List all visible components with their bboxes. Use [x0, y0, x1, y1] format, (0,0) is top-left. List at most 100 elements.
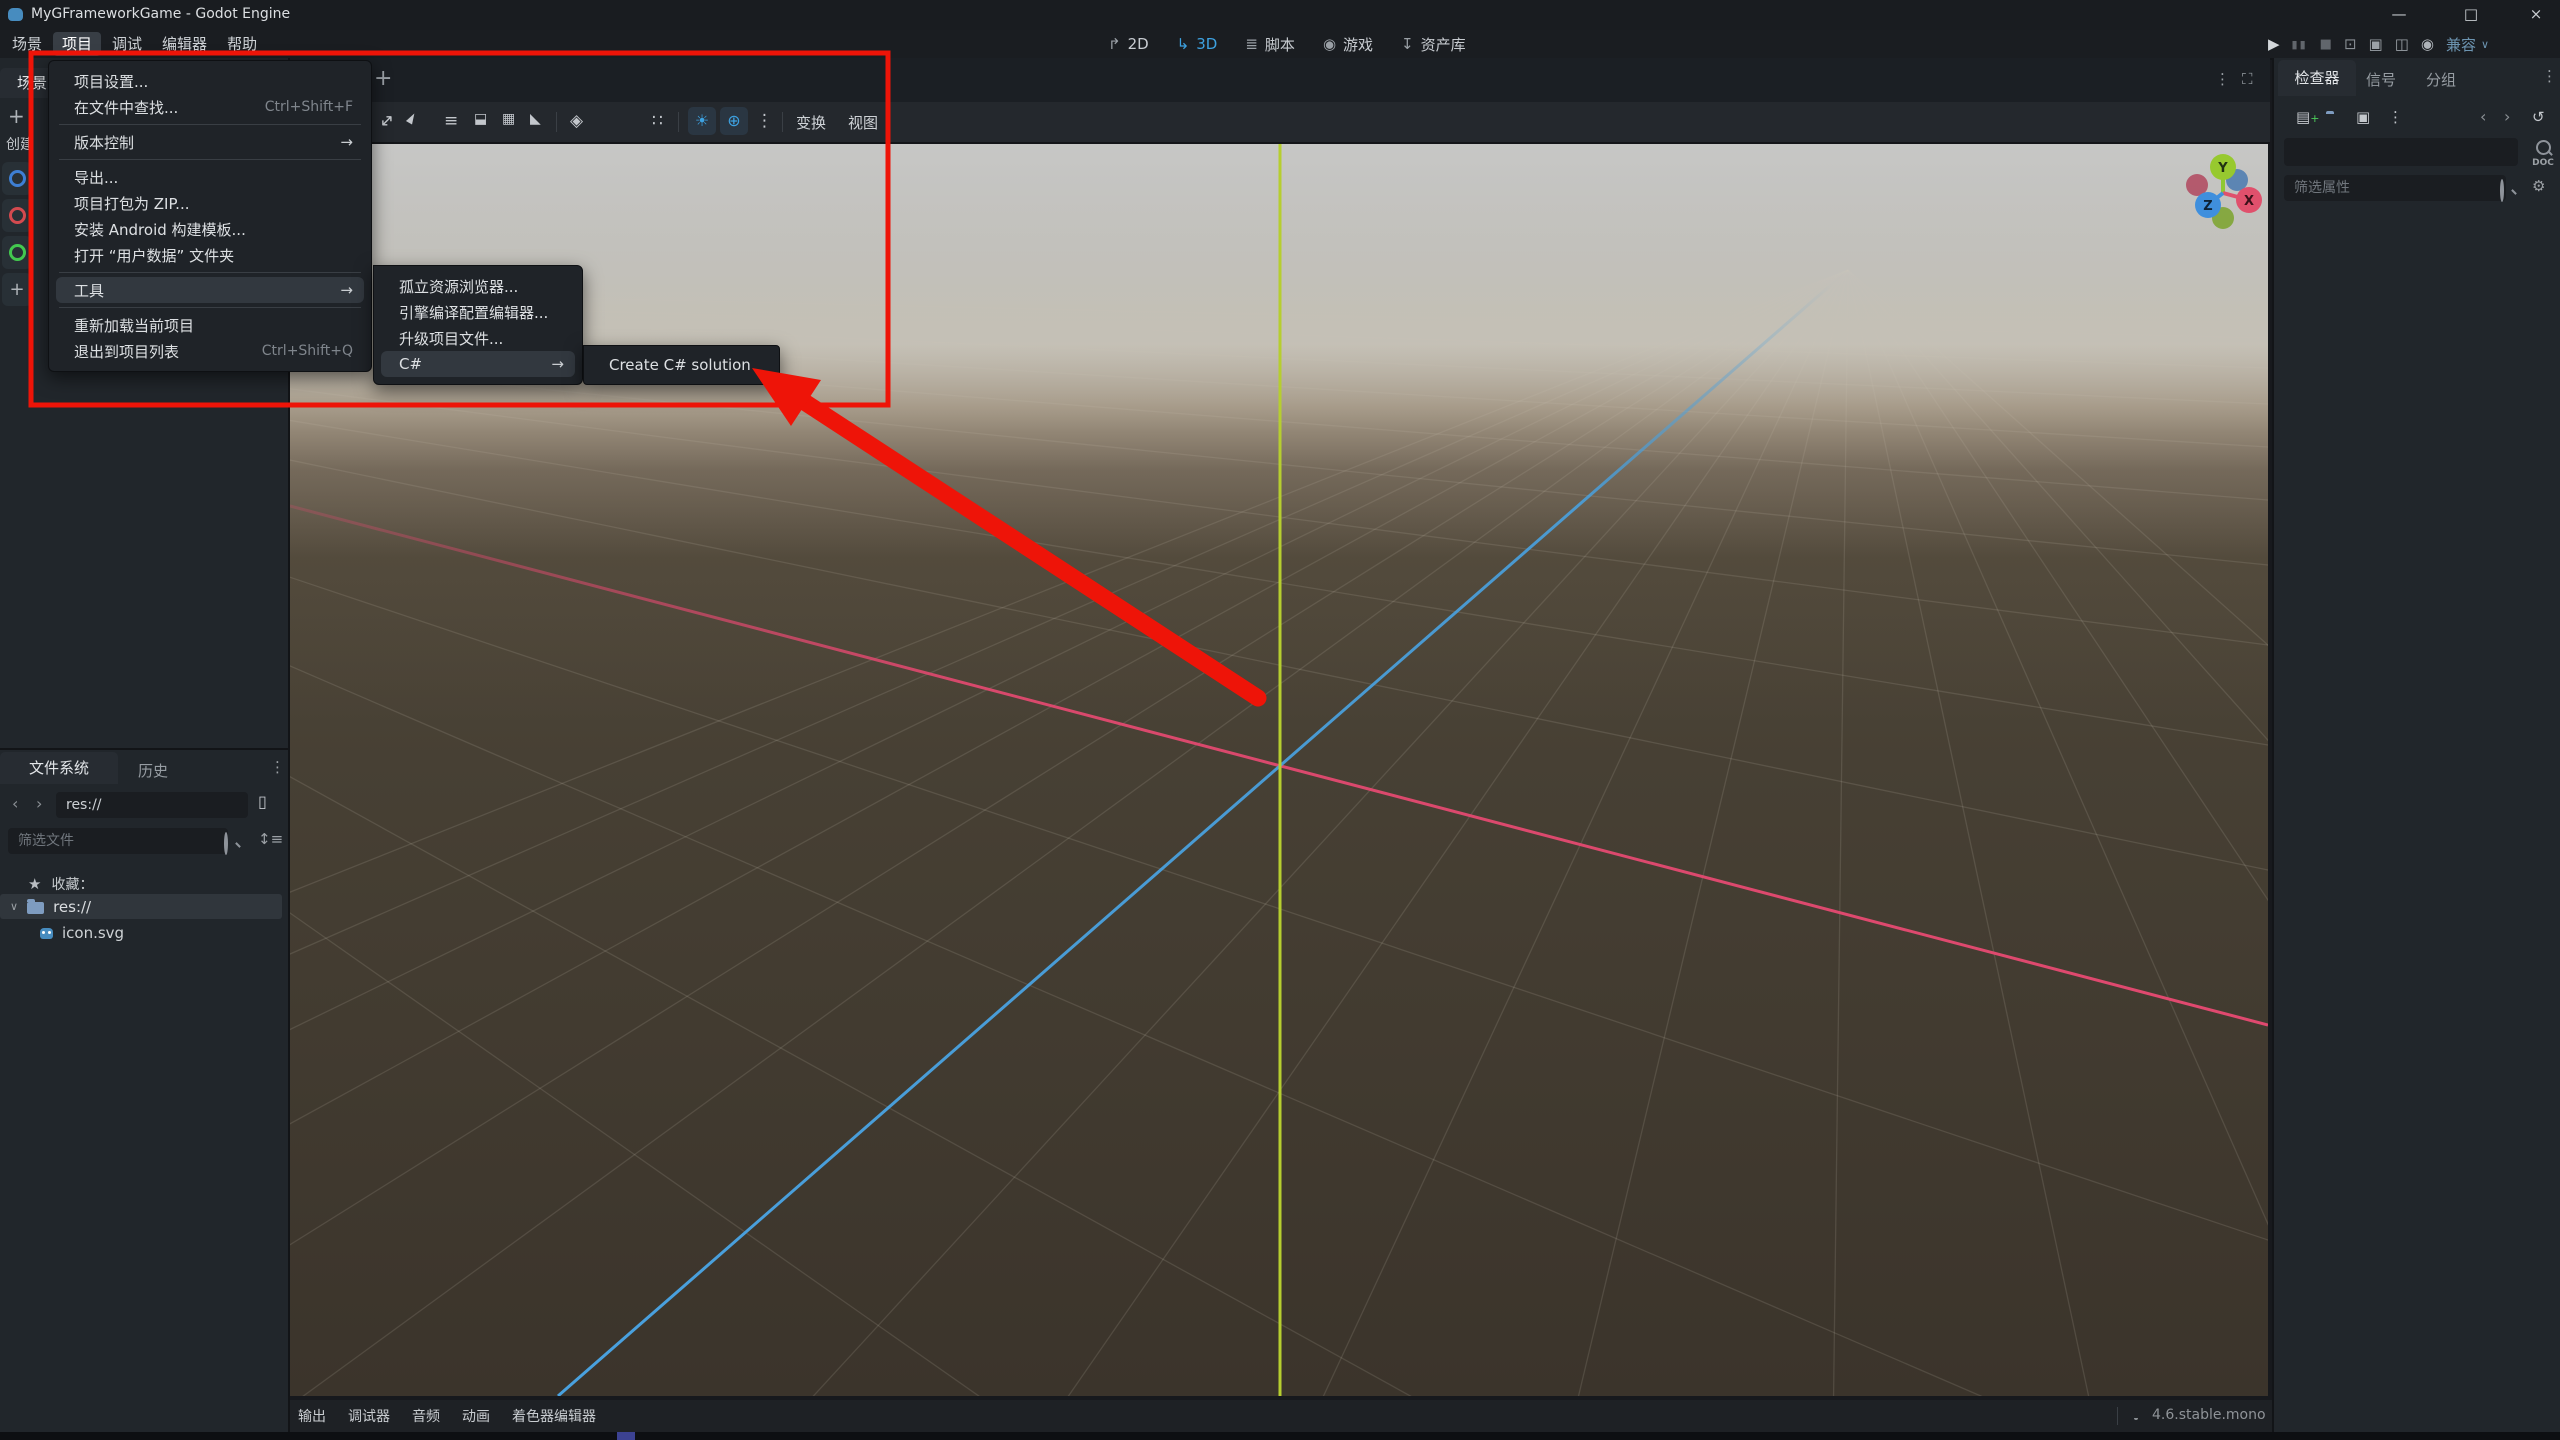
create-ui-scene-button[interactable] [2, 236, 32, 269]
gizmo-z-label: Z [2203, 199, 2212, 214]
submenu-arrow-icon: → [340, 133, 353, 151]
panel-debugger[interactable]: 调试器 [348, 1406, 390, 1426]
nav-forward-icon[interactable]: › [36, 794, 42, 813]
path-input[interactable] [56, 792, 248, 818]
extra-tools-icon[interactable]: ⚙ [2532, 177, 2545, 195]
resource-options-icon[interactable]: ⋮ [2388, 108, 2403, 126]
menu-item-tools[interactable]: 工具 → [56, 277, 364, 303]
select-mode-icon[interactable]: ► [402, 109, 421, 126]
tab-groups[interactable]: 分组 [2426, 69, 2456, 90]
open-docs-icon[interactable]: DOC [2528, 140, 2558, 168]
root-folder-label: res:// [53, 897, 92, 916]
nav-back-icon[interactable]: ‹ [12, 794, 18, 813]
renderer-select[interactable]: 兼容 ∨ [2446, 34, 2489, 55]
tree-row-file[interactable]: icon.svg [40, 921, 124, 945]
play-button[interactable]: ▶ [2268, 35, 2280, 53]
taskbar-sliver [0, 1432, 2560, 1440]
new-resource-icon[interactable]: ▤+ [2296, 108, 2319, 126]
menu-item-project-settings[interactable]: 项目设置... [49, 68, 371, 94]
create-3d-scene-button[interactable] [2, 199, 32, 232]
movie-maker-icon[interactable]: ◉ [2421, 35, 2434, 53]
view-axis-gizmo[interactable]: Y X Z [2166, 138, 2280, 252]
tab-assetlib[interactable]: ↧ 资产库 [1401, 34, 1466, 55]
menu-scene[interactable]: 场景 [3, 32, 51, 56]
gizmo-cube-icon[interactable]: ◈ [570, 111, 583, 131]
dock-menu-icon[interactable]: ⋮ [270, 758, 285, 776]
panel-audio[interactable]: 音频 [412, 1406, 440, 1426]
split-view-icon[interactable]: ▯ [258, 792, 267, 811]
play-custom-scene-icon[interactable]: ◫ [2395, 35, 2409, 53]
menu-item-install-android-template[interactable]: 安装 Android 构建模板... [49, 216, 371, 242]
menu-help[interactable]: 帮助 [218, 32, 266, 56]
sort-files-icon[interactable]: ↕≡ [258, 830, 283, 848]
tab-filesystem[interactable]: 文件系统 [0, 752, 118, 784]
tab-2d[interactable]: ↱ 2D [1108, 35, 1149, 53]
tab-script[interactable]: ≣ 脚本 [1245, 34, 1295, 55]
tab-options-icon[interactable]: ⋮ [2215, 70, 2230, 88]
menu-item-pack-zip[interactable]: 项目打包为 ZIP... [49, 190, 371, 216]
menu-item-version-control[interactable]: 版本控制 → [49, 129, 371, 155]
dock-menu-icon[interactable]: ⋮ [2542, 67, 2557, 85]
ruler-icon[interactable]: ◣ [530, 111, 541, 127]
object-history-icon[interactable]: ↺ [2532, 108, 2545, 126]
close-button[interactable]: × [2521, 5, 2551, 23]
menu-debug[interactable]: 调试 [103, 32, 151, 56]
preview-sunlight-toggle[interactable]: ☀ [688, 107, 716, 135]
panel-output[interactable]: 输出 [298, 1406, 326, 1426]
scale-mode-icon[interactable]: ↔ [375, 109, 399, 133]
panel-shader-editor[interactable]: 着色器编辑器 [512, 1406, 596, 1426]
save-resource-icon[interactable]: ▣ [2356, 108, 2370, 126]
maximize-button[interactable]: □ [2456, 5, 2486, 23]
expander-icon[interactable]: ∨ [10, 900, 18, 913]
stop-button[interactable]: ■ [2320, 37, 2332, 52]
menu-item-open-user-data-folder[interactable]: 打开 “用户数据” 文件夹 [49, 242, 371, 268]
preview-environment-toggle[interactable]: ⊕ [720, 107, 748, 135]
list-select-icon[interactable]: ≡ [444, 111, 458, 131]
pause-button[interactable]: ▮▮ [2292, 38, 2308, 51]
add-node-icon[interactable]: + [8, 104, 25, 128]
new-scene-tab-icon[interactable]: + [374, 66, 392, 91]
history-back-icon[interactable]: ‹ [2480, 107, 2486, 126]
menu-item-quit-to-project-list[interactable]: 退出到项目列表 Ctrl+Shift+Q [49, 338, 371, 364]
filter-properties-input[interactable] [2284, 175, 2506, 201]
menu-item-find-in-files[interactable]: 在文件中查找... Ctrl+Shift+F [49, 94, 371, 120]
game-icon: ◉ [1322, 35, 1337, 53]
group-icon[interactable]: ▦ [502, 111, 515, 127]
viewport-3d[interactable] [290, 144, 2268, 1396]
lock-icon[interactable]: ⬓ [474, 111, 487, 127]
panel-animation[interactable]: 动画 [462, 1406, 490, 1426]
menu-project[interactable]: 项目 [53, 32, 102, 56]
expand-viewport-icon[interactable]: ⛶ [2242, 70, 2253, 88]
script-icon: ≣ [1245, 35, 1258, 53]
tab-signals[interactable]: 信号 [2366, 69, 2396, 90]
menu-item-upgrade-project-files[interactable]: 升级项目文件... [374, 325, 582, 351]
tree-row-root[interactable]: ∨ res:// [0, 894, 282, 919]
menu-item-orphan-resource-explorer[interactable]: 孤立资源浏览器... [374, 273, 582, 299]
menu-item-export[interactable]: 导出... [49, 164, 371, 190]
history-forward-icon[interactable]: › [2504, 107, 2510, 126]
sun-env-options-icon[interactable]: ⋮ [756, 111, 773, 131]
play-remote-icon[interactable]: ⊡ [2344, 35, 2357, 53]
tab-3d[interactable]: ↳ 3D [1177, 35, 1218, 53]
tab-game[interactable]: ◉ 游戏 [1323, 34, 1373, 55]
submenu-arrow-icon: → [551, 355, 564, 373]
create-other-node-button[interactable]: + [2, 273, 32, 306]
folder-icon [27, 899, 45, 914]
snap-magnet-icon[interactable]: ∷ [652, 111, 663, 131]
menu-item-reload-project[interactable]: 重新加载当前项目 [49, 312, 371, 338]
transform-menu[interactable]: 变换 [796, 112, 826, 133]
play-movie-icon[interactable]: ▣ [2369, 35, 2383, 53]
minimize-button[interactable]: — [2384, 5, 2414, 23]
menu-bar: 场景 项目 调试 编辑器 帮助 ↱ 2D ↳ 3D ≣ 脚本 ◉ 游戏 ↧ 资产库 [0, 30, 2560, 60]
search-icon [2500, 179, 2504, 202]
menu-item-csharp[interactable]: C# → [381, 351, 575, 377]
tab-inspector[interactable]: 检查器 [2278, 60, 2356, 96]
menu-item-engine-compilation-config[interactable]: 引擎编译配置编辑器... [374, 299, 582, 325]
filter-files-input[interactable] [8, 828, 228, 854]
menu-editor[interactable]: 编辑器 [153, 32, 216, 56]
menu-item-create-csharp-solution[interactable]: Create C# solution [584, 352, 779, 378]
tab-history[interactable]: 历史 [138, 760, 168, 781]
create-2d-scene-button[interactable] [2, 162, 32, 195]
favorites-label: 收藏： [51, 877, 94, 893]
view-menu[interactable]: 视图 [848, 112, 878, 133]
